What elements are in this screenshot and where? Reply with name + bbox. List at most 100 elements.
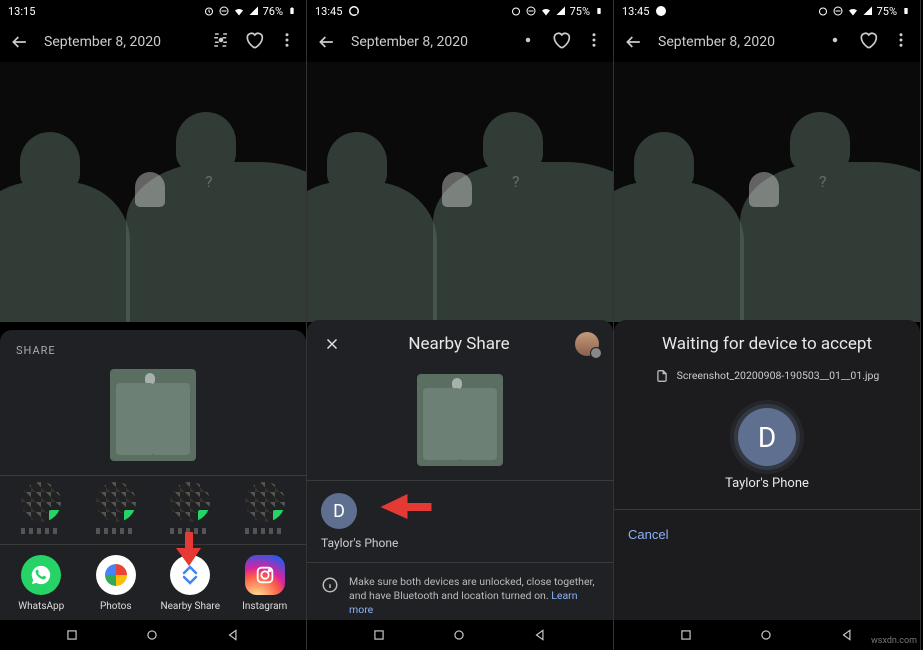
battery-icon	[593, 5, 605, 17]
share-contacts-row	[0, 475, 306, 544]
share-contact[interactable]	[81, 482, 151, 534]
dnd-icon	[525, 5, 537, 17]
close-icon[interactable]	[321, 333, 343, 355]
alarm-icon	[203, 5, 215, 17]
share-apps-row: WhatsApp Photos Nearby Share Instagram	[0, 544, 306, 624]
share-app-label: Nearby Share	[160, 601, 220, 612]
nav-back-icon[interactable]	[840, 627, 856, 643]
share-contact[interactable]	[155, 482, 225, 534]
navigation-bar	[0, 620, 306, 650]
more-icon[interactable]	[892, 31, 910, 53]
favorite-icon[interactable]	[244, 30, 264, 54]
whatsapp-status-icon	[655, 5, 667, 17]
status-icons: 76%	[203, 5, 298, 18]
photo-date-title: September 8, 2020	[658, 34, 826, 50]
nav-recents-icon[interactable]	[679, 627, 695, 643]
status-bar: 13:45 75%	[614, 0, 920, 22]
favorite-icon[interactable]	[551, 30, 571, 54]
photo-date-title: September 8, 2020	[44, 34, 212, 50]
status-icons: 75%	[817, 5, 912, 18]
favorite-icon[interactable]	[858, 30, 878, 54]
whatsapp-status-icon	[348, 5, 360, 17]
screen-nearby-share: 13:45 75% September 8, 2020 ? Nearby Sha…	[307, 0, 614, 650]
status-time: 13:45	[622, 5, 649, 18]
status-bar: 13:15 76%	[0, 0, 306, 22]
battery-percent: 75%	[877, 5, 897, 18]
nav-home-icon[interactable]	[452, 627, 468, 643]
battery-icon	[286, 5, 298, 17]
account-avatar[interactable]	[575, 332, 599, 356]
nav-home-icon[interactable]	[759, 627, 775, 643]
signal-icon	[248, 5, 260, 17]
device-name-label: Taylor's Phone	[725, 476, 809, 491]
back-icon[interactable]	[317, 32, 337, 52]
nav-recents-icon[interactable]	[372, 627, 388, 643]
share-sheet: SHARE WhatsApp Photos Nearby Share	[0, 330, 306, 620]
device-avatar: D	[321, 493, 357, 529]
device-name-label: Taylor's Phone	[307, 533, 613, 562]
status-icons: 75%	[510, 5, 605, 18]
waiting-title: Waiting for device to accept	[614, 320, 920, 364]
dnd-icon	[832, 5, 844, 17]
screen-waiting-accept: 13:45 75% September 8, 2020 ? Waiting fo…	[614, 0, 921, 650]
cancel-button[interactable]: Cancel	[628, 527, 668, 542]
share-thumbnail	[307, 368, 613, 480]
file-row: Screenshot_20200908-190503__01__01.jpg	[614, 364, 920, 402]
nearby-share-panel: Nearby Share D Taylor's Phone Make sure …	[307, 320, 613, 620]
photo-viewer[interactable]: ?	[0, 62, 306, 322]
share-app-whatsapp[interactable]: WhatsApp	[6, 555, 76, 612]
app-bar: September 8, 2020	[614, 22, 920, 62]
wifi-icon	[540, 5, 552, 17]
more-icon[interactable]	[278, 31, 296, 53]
alarm-icon	[817, 5, 829, 17]
navigation-bar	[307, 620, 613, 650]
more-icon[interactable]	[585, 31, 603, 53]
wifi-icon	[233, 5, 245, 17]
gear-icon	[590, 347, 602, 359]
photo-viewer[interactable]: ?	[307, 62, 613, 322]
alarm-icon	[510, 5, 522, 17]
watermark-text: wsxdn.com	[871, 636, 917, 646]
whatsapp-icon	[21, 555, 61, 595]
nav-back-icon[interactable]	[226, 627, 242, 643]
app-bar: September 8, 2020	[0, 22, 306, 62]
status-bar: 13:45 75%	[307, 0, 613, 22]
share-app-photos[interactable]: Photos	[81, 555, 151, 612]
photo-viewer[interactable]: ?	[614, 62, 920, 322]
screen-share-sheet: 13:15 76% September 8, 2020 ? SHARE	[0, 0, 307, 650]
lens-icon[interactable]	[519, 31, 537, 53]
waiting-panel: Waiting for device to accept Screenshot_…	[614, 320, 920, 620]
lens-icon[interactable]	[826, 31, 844, 53]
file-name-label: Screenshot_20200908-190503__01__01.jpg	[677, 369, 880, 382]
nav-back-icon[interactable]	[533, 627, 549, 643]
nearby-share-title: Nearby Share	[343, 334, 575, 354]
info-icon	[321, 576, 339, 594]
dnd-icon	[218, 5, 230, 17]
battery-icon	[900, 5, 912, 17]
share-header-label: SHARE	[0, 330, 306, 363]
back-icon[interactable]	[624, 32, 644, 52]
battery-percent: 75%	[570, 5, 590, 18]
nav-recents-icon[interactable]	[65, 627, 81, 643]
wifi-icon	[847, 5, 859, 17]
back-icon[interactable]	[10, 32, 30, 52]
signal-icon	[862, 5, 874, 17]
nav-home-icon[interactable]	[145, 627, 161, 643]
share-app-label: Instagram	[242, 601, 287, 612]
instagram-icon	[245, 555, 285, 595]
app-bar: September 8, 2020	[307, 22, 613, 62]
share-app-label: Photos	[100, 601, 132, 612]
lens-icon[interactable]	[212, 31, 230, 53]
share-thumbnail	[0, 363, 306, 475]
battery-percent: 76%	[263, 5, 283, 18]
nearby-device-item[interactable]: D	[307, 480, 613, 533]
photos-icon	[96, 555, 136, 595]
share-app-instagram[interactable]: Instagram	[230, 555, 300, 612]
file-icon	[655, 368, 669, 382]
share-contact[interactable]	[230, 482, 300, 534]
share-contact[interactable]	[6, 482, 76, 534]
share-app-label: WhatsApp	[18, 601, 64, 612]
device-avatar-large: D	[738, 408, 796, 466]
annotation-arrow-icon	[176, 532, 202, 566]
annotation-arrow-icon	[381, 494, 432, 520]
